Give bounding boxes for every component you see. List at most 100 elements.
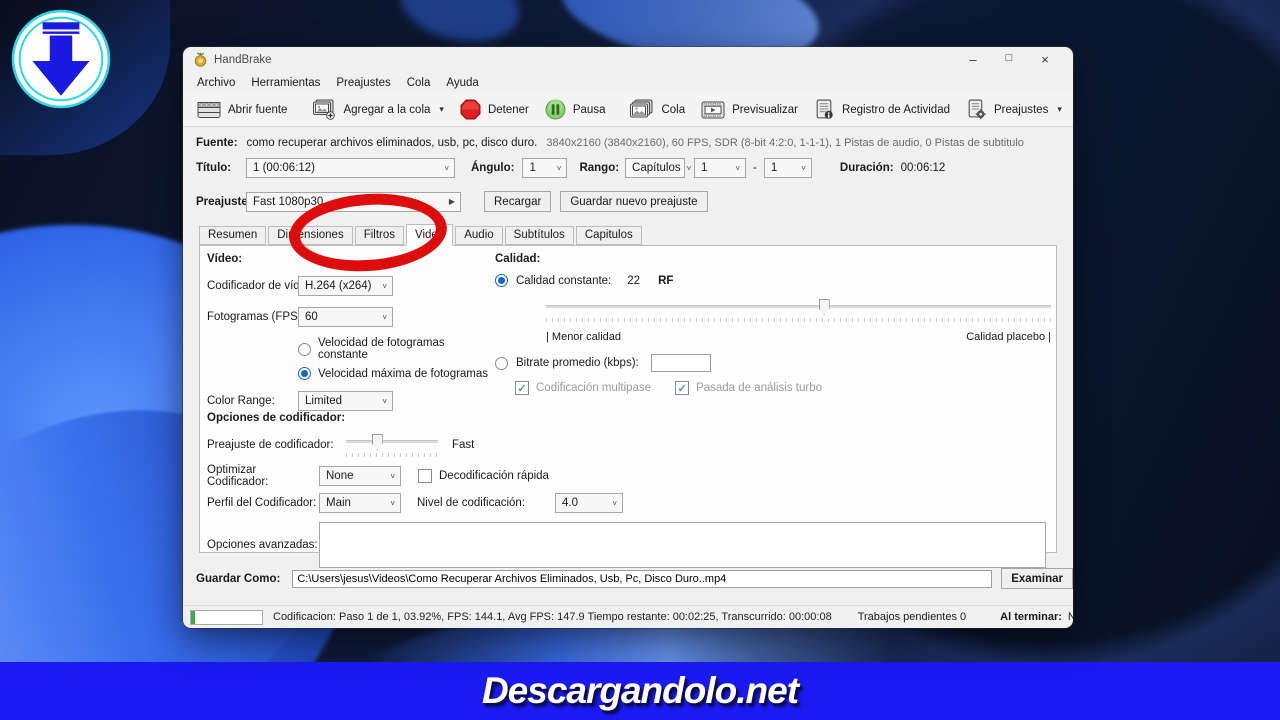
titlebar: HandBrake – □ × bbox=[183, 47, 1073, 72]
presets-label: Preajustes bbox=[994, 104, 1048, 116]
watermark-text: Descargandolo.net bbox=[482, 670, 798, 712]
encoder-preset-label: Preajuste de codificador: bbox=[207, 439, 346, 451]
constant-quality-label: Calidad constante: bbox=[516, 275, 611, 287]
on-complete-select[interactable]: No hacer nada bbox=[1068, 611, 1073, 623]
menu-ayuda[interactable]: Ayuda bbox=[438, 75, 486, 91]
title-select[interactable]: 1 (00:06:12) ˅ bbox=[246, 158, 455, 178]
duration-label: Duración: bbox=[840, 162, 894, 174]
multipass-checkbox[interactable]: ✓ bbox=[515, 381, 529, 395]
tab-subtitulos[interactable]: Subtítulos bbox=[505, 226, 574, 245]
range-from-select[interactable]: 1 ˅ bbox=[694, 158, 746, 178]
chevron-down-icon: ˅ bbox=[382, 397, 387, 406]
video-encoder-label: Codificador de vídeo: bbox=[207, 280, 298, 292]
add-to-queue-label: Agregar a la cola bbox=[343, 104, 430, 116]
check-icon: ✓ bbox=[517, 382, 526, 395]
browse-button[interactable]: Examinar bbox=[1001, 568, 1073, 589]
range-from-value: 1 bbox=[701, 162, 707, 174]
activity-log-icon bbox=[814, 99, 835, 120]
save-as-path-input[interactable] bbox=[292, 570, 992, 588]
film-source-icon bbox=[197, 100, 221, 120]
menu-bar: Archivo Herramientas Preajustes Cola Ayu… bbox=[183, 72, 1073, 93]
chevron-down-icon: ˅ bbox=[557, 164, 562, 173]
quality-slider-ticks bbox=[546, 318, 1051, 322]
pause-label: Pausa bbox=[573, 104, 606, 116]
menu-preajustes[interactable]: Preajustes bbox=[328, 75, 398, 91]
preview-button[interactable]: Previsualizar bbox=[693, 96, 806, 124]
chevron-down-icon: ˅ bbox=[444, 164, 449, 173]
queue-button[interactable]: Cola bbox=[621, 96, 693, 124]
peak-framerate-radio[interactable] bbox=[298, 367, 311, 380]
chevron-down-icon: ˅ bbox=[390, 472, 395, 481]
presets-button[interactable]: Preajustes ▾ bbox=[958, 96, 1070, 124]
pending-jobs-text: Trabajos pendientes 0 bbox=[858, 611, 966, 623]
tab-dimensiones[interactable]: Dimensiones bbox=[268, 226, 352, 245]
advanced-options-input[interactable] bbox=[319, 522, 1046, 568]
range-to-value: 1 bbox=[771, 162, 777, 174]
quality-slider[interactable] bbox=[546, 298, 1051, 315]
queue-label: Cola bbox=[661, 104, 685, 116]
preset-label: Preajuste: bbox=[196, 196, 246, 208]
encoder-options-section-label: Opciones de codificador: bbox=[207, 412, 1053, 424]
open-source-button[interactable]: Abrir fuente bbox=[189, 96, 295, 124]
menu-cola[interactable]: Cola bbox=[399, 75, 439, 91]
source-name: como recuperar archivos eliminados, usb,… bbox=[247, 137, 538, 149]
encoder-profile-select[interactable]: Main ˅ bbox=[319, 493, 401, 513]
save-new-preset-button[interactable]: Guardar nuevo preajuste bbox=[560, 191, 707, 212]
tab-filtros[interactable]: Filtros bbox=[355, 226, 404, 245]
tab-capitulos[interactable]: Capitulos bbox=[576, 226, 642, 245]
advanced-options-label: Opciones avanzadas: bbox=[207, 539, 319, 551]
tab-strip: Resumen Dimensiones Filtros Video Audio … bbox=[199, 225, 1073, 245]
encoder-preset-slider-ticks bbox=[346, 453, 438, 457]
color-range-select[interactable]: Limited ˅ bbox=[298, 391, 393, 411]
range-to-select[interactable]: 1 ˅ bbox=[764, 158, 812, 178]
encoder-preset-slider[interactable] bbox=[346, 433, 438, 450]
color-range-value: Limited bbox=[305, 395, 342, 407]
turbo-checkbox[interactable]: ✓ bbox=[675, 381, 689, 395]
dropdown-arrow-icon: ▾ bbox=[1057, 104, 1062, 115]
tab-audio[interactable]: Audio bbox=[455, 226, 502, 245]
pause-button[interactable]: Pausa bbox=[537, 96, 614, 124]
avg-bitrate-input[interactable] bbox=[651, 354, 711, 372]
menu-herramientas[interactable]: Herramientas bbox=[243, 75, 328, 91]
quality-slider-track bbox=[546, 305, 1051, 308]
duration-value: 00:06:12 bbox=[901, 162, 946, 174]
chevron-down-icon: ˅ bbox=[382, 282, 387, 291]
fast-decode-checkbox[interactable] bbox=[418, 469, 432, 483]
reload-preset-button[interactable]: Recargar bbox=[484, 191, 551, 212]
stop-icon bbox=[460, 99, 481, 120]
check-icon: ✓ bbox=[677, 382, 686, 395]
video-encoder-select[interactable]: H.264 (x264) ˅ bbox=[298, 276, 393, 296]
minimize-button[interactable]: – bbox=[955, 52, 991, 67]
color-range-label: Color Range: bbox=[207, 395, 298, 407]
tab-video[interactable]: Video bbox=[406, 224, 453, 246]
encoder-level-select[interactable]: 4.0 ˅ bbox=[555, 493, 623, 513]
handbrake-window: HandBrake – □ × Archivo Herramientas Pre… bbox=[183, 47, 1073, 628]
maximize-button[interactable]: □ bbox=[991, 52, 1027, 67]
avg-bitrate-radio[interactable] bbox=[495, 357, 508, 370]
chevron-down-icon: ˅ bbox=[735, 164, 740, 173]
angle-select[interactable]: 1 ˅ bbox=[522, 158, 567, 178]
tab-resumen[interactable]: Resumen bbox=[199, 226, 266, 245]
source-label: Fuente: bbox=[196, 137, 238, 149]
constant-framerate-radio[interactable] bbox=[298, 343, 311, 356]
download-arrow-icon bbox=[10, 6, 112, 112]
quality-slider-thumb[interactable] bbox=[819, 299, 830, 315]
preset-select[interactable]: Fast 1080p30 ▶ bbox=[246, 192, 461, 212]
stop-button[interactable]: Detener bbox=[452, 96, 537, 124]
title-row: Título: 1 (00:06:12) ˅ Ángulo: 1 ˅ Rango… bbox=[196, 158, 1073, 178]
encoder-preset-slider-thumb[interactable] bbox=[372, 434, 383, 450]
menu-archivo[interactable]: Archivo bbox=[189, 75, 243, 91]
peak-framerate-label: Velocidad máxima de fotogramas bbox=[318, 368, 488, 380]
queue-icon bbox=[629, 99, 654, 120]
add-to-queue-button[interactable]: Agregar a la cola ▾ bbox=[303, 96, 451, 124]
encoder-tune-select[interactable]: None ˅ bbox=[319, 466, 401, 486]
constant-quality-radio[interactable] bbox=[495, 274, 508, 287]
framerate-select[interactable]: 60 ˅ bbox=[298, 307, 393, 327]
encoder-profile-label: Perfil del Codificador: bbox=[207, 497, 319, 509]
video-encoder-value: H.264 (x264) bbox=[305, 280, 371, 292]
range-type-select[interactable]: Capítulos ˅ bbox=[625, 158, 685, 178]
activity-log-button[interactable]: Registro de Actividad bbox=[806, 96, 958, 124]
close-button[interactable]: × bbox=[1027, 52, 1063, 67]
quality-low-label: | Menor calidad bbox=[546, 331, 621, 343]
quality-section-label: Calidad: bbox=[495, 253, 1053, 265]
